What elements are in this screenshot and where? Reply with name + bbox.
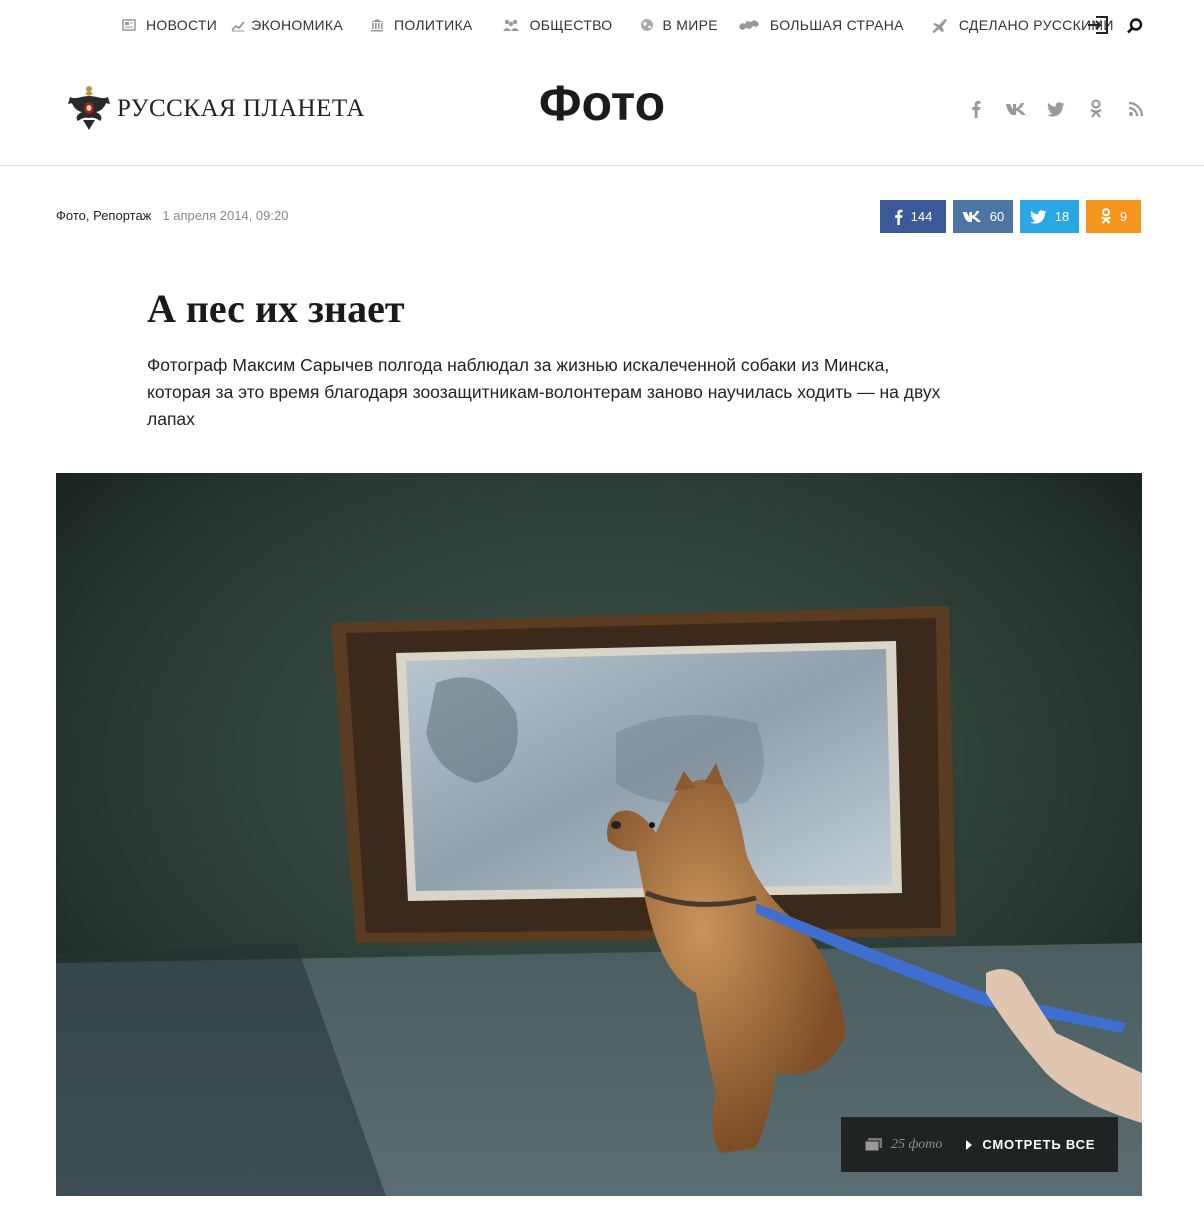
dog-at-window-photo [56,473,1142,1196]
nav-item-label: ПОЛИТИКА [394,17,473,33]
russia-map-icon [738,18,760,32]
login-icon[interactable] [1087,14,1109,36]
share-facebook-button[interactable]: 144 [880,200,946,233]
news-icon [122,18,136,32]
nav-menu: НОВОСТИ ЭКОНОМИКА ПОЛИТИКА ОБЩЕСТВО В МИ… [122,17,1114,33]
vk-icon [962,211,981,222]
nav-item-politics[interactable]: ПОЛИТИКА [370,17,473,33]
nav-item-economy[interactable]: ЭКОНОМИКА [231,17,343,33]
share-count: 144 [910,209,933,224]
nav-item-big-country[interactable]: БОЛЬШАЯ СТРАНА [738,17,904,33]
article-date: 1 апреля 2014, 09:20 [162,208,289,223]
chart-icon [231,18,245,32]
nav-item-society[interactable]: ОБЩЕСТВО [502,17,613,33]
photo-count: 25 фото [891,1136,943,1152]
people-icon [502,18,520,32]
plane-icon [931,18,949,33]
top-navigation: НОВОСТИ ЭКОНОМИКА ПОЛИТИКА ОБЩЕСТВО В МИ… [0,0,1204,54]
main-photo[interactable] [56,473,1142,1196]
nav-item-news[interactable]: НОВОСТИ [122,17,217,33]
site-header: РУССКАЯ ПЛАНЕТА Фото [0,54,1204,166]
share-count: 60 [989,209,1005,224]
facebook-icon[interactable] [965,98,987,120]
nav-item-label: БОЛЬШАЯ СТРАНА [769,17,904,33]
facebook-icon [894,209,903,225]
header-social-links [965,98,1165,120]
share-count: 18 [1054,209,1070,224]
odnoklassniki-icon [1101,208,1111,224]
building-icon [370,18,384,32]
article-meta: Фото, Репортаж 1 апреля 2014, 09:20 [56,208,288,223]
rss-icon[interactable] [1125,98,1147,120]
play-icon [966,1139,973,1150]
globe-icon [640,18,654,32]
article-categories[interactable]: Фото, Репортаж [56,208,151,223]
share-odnoklassniki-button[interactable]: 9 [1086,200,1141,233]
odnoklassniki-icon[interactable] [1085,98,1107,120]
nav-item-label: НОВОСТИ [146,17,218,33]
gallery-badge[interactable]: 25 фото СМОТРЕТЬ ВСЕ [841,1117,1118,1172]
photo-stack-icon [864,1137,883,1152]
nav-item-label: В МИРЕ [662,17,718,33]
share-count: 9 [1119,209,1128,224]
share-vk-button[interactable]: 60 [953,200,1013,233]
nav-item-world[interactable]: В МИРЕ [640,17,718,33]
nav-item-label: ЭКОНОМИКА [251,17,343,33]
nav-item-label: ОБЩЕСТВО [529,17,613,33]
vk-icon[interactable] [1005,98,1027,120]
article-lead: Фотограф Максим Сарычев полгода наблюдал… [147,355,941,429]
share-buttons: 144 60 18 9 [880,200,1141,233]
twitter-icon [1029,209,1047,224]
article-title: А пес их знает [147,286,405,331]
twitter-icon[interactable] [1045,98,1067,120]
see-all-button[interactable]: СМОТРЕТЬ ВСЕ [982,1137,1095,1152]
search-icon[interactable] [1126,17,1144,35]
share-twitter-button[interactable]: 18 [1020,200,1079,233]
